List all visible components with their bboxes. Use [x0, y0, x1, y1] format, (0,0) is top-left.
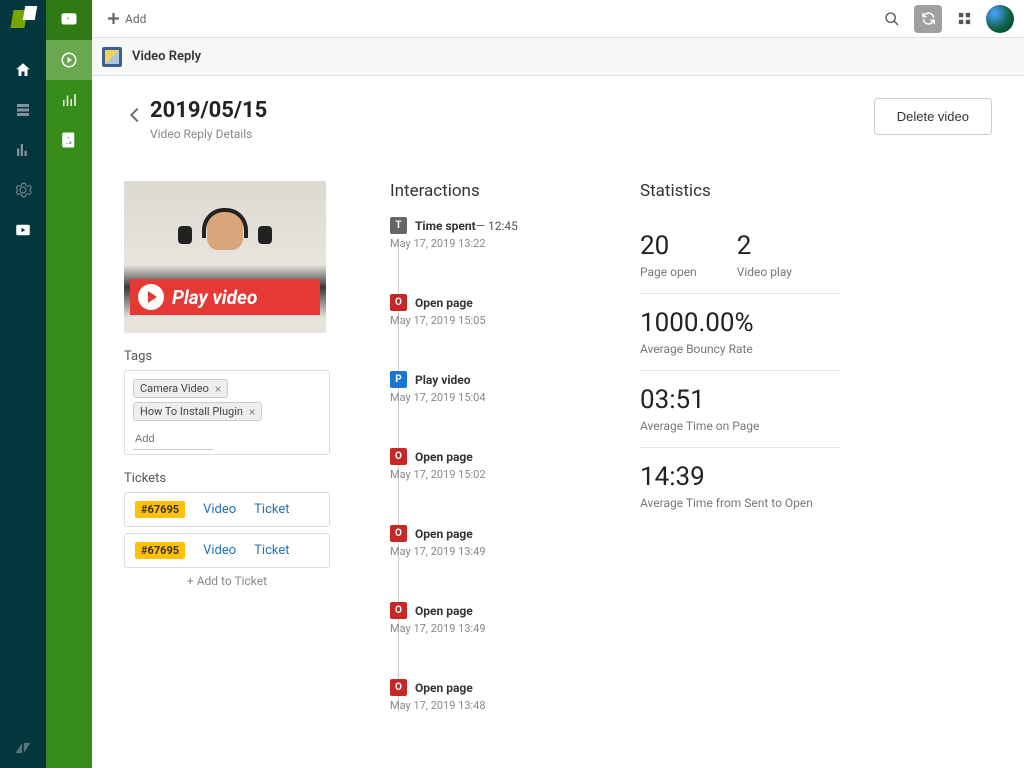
page-title: 2019/05/15 — [150, 98, 267, 123]
interaction-title: Time spent— 12:45 — [415, 219, 518, 233]
tags-box: Camera Video× How To Install Plugin× — [124, 370, 330, 455]
interaction-timestamp: May 17, 2019 13:22 — [390, 237, 580, 250]
interaction-item: O Open page May 17, 2019 15:05 — [390, 294, 580, 327]
interaction-item: O Open page May 17, 2019 13:49 — [390, 525, 580, 558]
play-icon — [138, 284, 164, 310]
interaction-title: Open page — [415, 450, 473, 464]
stat-senttoopen-value: 14:39 — [640, 462, 840, 492]
interactions-timeline: T Time spent— 12:45 May 17, 2019 13:22 O Ope… — [390, 217, 580, 712]
rail-home[interactable] — [0, 50, 46, 90]
interaction-title: Open page — [415, 681, 473, 695]
interaction-item: O Open page May 17, 2019 13:48 — [390, 679, 580, 712]
add-button[interactable]: Add — [108, 12, 146, 26]
search-icon[interactable] — [878, 5, 906, 33]
refresh-icon[interactable] — [914, 5, 942, 33]
interaction-type-badge: O — [390, 602, 407, 619]
interaction-timestamp: May 17, 2019 13:49 — [390, 622, 580, 635]
interaction-item: T Time spent— 12:45 May 17, 2019 13:22 — [390, 217, 580, 250]
add-label: Add — [125, 12, 146, 26]
interaction-type-badge: O — [390, 294, 407, 311]
interaction-type-badge: O — [390, 525, 407, 542]
stat-avgtime-label: Average Time on Page — [640, 419, 840, 433]
plus-icon — [108, 13, 119, 24]
apps-icon[interactable] — [950, 5, 978, 33]
ticket-link[interactable]: Ticket — [254, 543, 289, 558]
ticket-row: #67695 Video Ticket — [124, 492, 330, 527]
tag-chip[interactable]: How To Install Plugin× — [133, 402, 262, 421]
stat-video-play-label: Video play — [737, 265, 792, 279]
interaction-title: Open page — [415, 604, 473, 618]
add-ticket-button[interactable]: + Add to Ticket — [124, 574, 330, 588]
interaction-type-badge: T — [390, 217, 407, 234]
ticket-video-link[interactable]: Video — [203, 502, 236, 517]
interactions-title: Interactions — [390, 181, 580, 201]
statistics-title: Statistics — [640, 181, 840, 201]
interaction-title: Open page — [415, 296, 473, 310]
ticket-link[interactable]: Ticket — [254, 502, 289, 517]
interaction-type-badge: O — [390, 679, 407, 696]
subside-media[interactable] — [46, 120, 92, 160]
delete-video-button[interactable]: Delete video — [874, 98, 992, 135]
page-subtitle: Video Reply Details — [150, 127, 267, 141]
stat-bouncy-label: Average Bouncy Rate — [640, 342, 840, 356]
stat-page-open-value: 20 — [640, 231, 697, 261]
ticket-badge: #67695 — [135, 542, 185, 559]
interaction-type-badge: P — [390, 371, 407, 388]
subside-analytics[interactable] — [46, 80, 92, 120]
video-thumbnail[interactable]: Play video — [124, 181, 326, 333]
stat-senttoopen-label: Average Time from Sent to Open — [640, 496, 840, 510]
tag-remove-icon[interactable]: × — [215, 383, 221, 395]
back-button[interactable] — [124, 104, 146, 126]
interaction-timestamp: May 17, 2019 15:02 — [390, 468, 580, 481]
interaction-item: O Open page May 17, 2019 15:02 — [390, 448, 580, 481]
app-title-icon — [102, 47, 122, 67]
rail-settings[interactable] — [0, 170, 46, 210]
stat-page-open-label: Page open — [640, 265, 697, 279]
interaction-timestamp: May 17, 2019 15:04 — [390, 391, 580, 404]
interaction-timestamp: May 17, 2019 13:49 — [390, 545, 580, 558]
tickets-label: Tickets — [124, 471, 330, 486]
stat-video-play-value: 2 — [737, 231, 792, 261]
tag-chip[interactable]: Camera Video× — [133, 379, 228, 398]
app-logo-icon[interactable] — [10, 6, 36, 32]
interaction-item: O Open page May 17, 2019 13:49 — [390, 602, 580, 635]
tag-remove-icon[interactable]: × — [249, 406, 255, 418]
interaction-title: Open page — [415, 527, 473, 541]
interaction-type-badge: O — [390, 448, 407, 465]
stat-avgtime-value: 03:51 — [640, 385, 840, 415]
ticket-row: #67695 Video Ticket — [124, 533, 330, 568]
app-title-bar: Video Reply — [92, 38, 1024, 76]
interaction-timestamp: May 17, 2019 13:48 — [390, 699, 580, 712]
subside-video-list[interactable] — [46, 40, 92, 80]
rail-reports[interactable] — [0, 130, 46, 170]
rail-video-app[interactable] — [0, 210, 46, 250]
user-avatar[interactable] — [986, 5, 1014, 33]
ticket-badge: #67695 — [135, 501, 185, 518]
subside-chat[interactable] — [46, 0, 92, 40]
interaction-timestamp: May 17, 2019 15:05 — [390, 314, 580, 327]
thumb-overlay-text: Play video — [172, 286, 257, 309]
zendesk-logo-icon[interactable] — [0, 728, 46, 768]
tags-label: Tags — [124, 349, 330, 364]
stat-bouncy-value: 1000.00% — [640, 308, 840, 338]
rail-views[interactable] — [0, 90, 46, 130]
tag-input[interactable] — [133, 429, 213, 450]
ticket-video-link[interactable]: Video — [203, 543, 236, 558]
secondary-sidebar — [46, 0, 92, 768]
primary-rail — [0, 0, 46, 768]
topbar: Add — [92, 0, 1024, 38]
interaction-item: P Play video May 17, 2019 15:04 — [390, 371, 580, 404]
interaction-title: Play video — [415, 373, 471, 387]
app-title: Video Reply — [132, 49, 201, 64]
